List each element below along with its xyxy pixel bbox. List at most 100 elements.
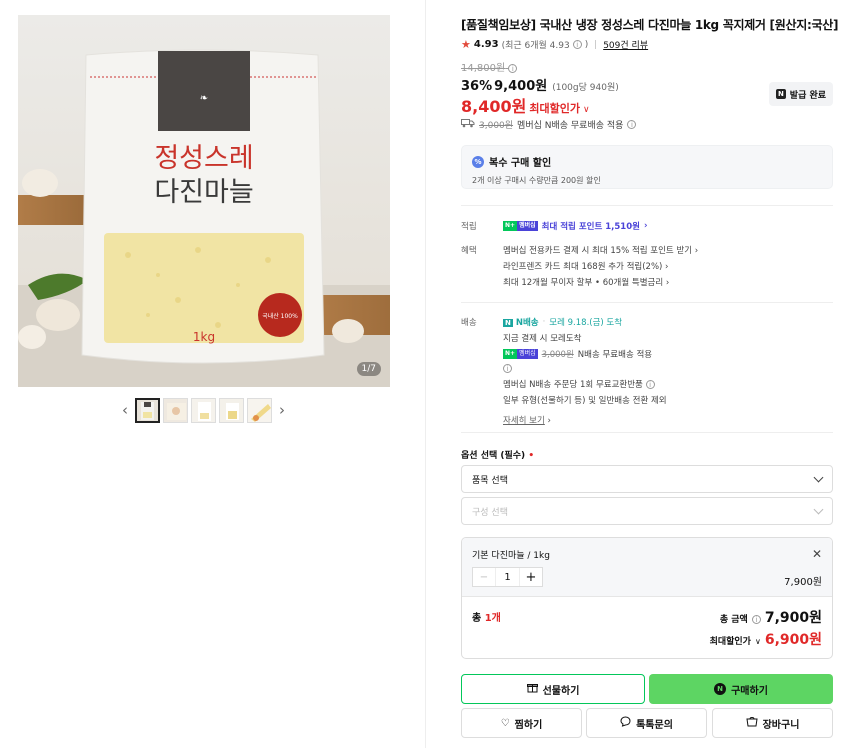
chevron-down-icon: ∨ (754, 637, 761, 646)
chevron-right-icon: › (694, 246, 699, 256)
multi-discount-subtitle: 2개 이상 구매시 수량만큼 200원 할인 (472, 176, 601, 185)
membership-badge-icon: N+ 멤버십 (503, 221, 538, 231)
package-weight: 1kg (193, 330, 215, 344)
delivery-free-line: N+ 멤버십 3,000원 N배송 무료배송 적용 (503, 349, 653, 360)
max-discount-label: 최대할인가 (529, 102, 580, 115)
rating-row: ★ 4.93 (최근 6개월 4.93 i ) 509건 리뷰 (461, 38, 648, 51)
thumbnail-strip: ‹ › (118, 396, 289, 424)
discount-rate: 36% (461, 79, 493, 94)
benefit-line[interactable]: 라인프렌즈 카드 최대 168원 추가 적립(2%) › (503, 260, 833, 272)
n-pay-icon: N (714, 683, 727, 695)
option-label: 옵션 선택 (필수) • (461, 451, 535, 461)
more-link[interactable]: 자세히 보기 (503, 416, 545, 426)
n-delivery-icon: N N배송 (503, 318, 539, 328)
heart-icon: ♡ (500, 717, 510, 729)
item-name: 기본 다진마늘 / 1kg (472, 551, 550, 561)
gift-icon (526, 682, 538, 696)
benefit-line[interactable]: 멤버십 전용카드 결제 시 최대 15% 적립 포인트 받기 › (503, 244, 833, 256)
rating-value: 4.93 (473, 39, 499, 50)
delivery-line: 지금 결제 시 모레도착 (503, 334, 582, 344)
gift-button[interactable]: 선물하기 (461, 674, 645, 704)
coupon-label: 발급 완료 (789, 90, 827, 101)
divider (461, 205, 833, 206)
item-price: 7,900원 (784, 577, 822, 588)
product-main-image[interactable]: ❧ 정성스레 다진마늘 1kg 국내산 100% 1/7 (18, 15, 390, 387)
multi-purchase-discount: % 복수 구매 할인 2개 이상 구매시 수량만큼 200원 할인 (461, 145, 833, 189)
quantity-stepper[interactable]: − 1 + (472, 567, 543, 587)
point-text: 최대 적립 포인트 1,510원 (541, 222, 640, 232)
chevron-down-icon: ∨ (582, 105, 590, 115)
plus-button[interactable]: + (519, 568, 542, 586)
thumbnail-1[interactable] (135, 397, 160, 423)
product-photo: ❧ 정성스레 다진마늘 1kg 국내산 100% (18, 15, 390, 387)
shipping-strike: 3,000원 (479, 121, 514, 131)
image-counter: 1/7 (356, 362, 381, 376)
info-icon[interactable]: i (503, 364, 833, 374)
talk-button[interactable]: 톡톡문의 (586, 708, 707, 738)
rating-recent: (최근 6개월 4.93 (501, 41, 570, 51)
svg-text:국내산 100%: 국내산 100% (262, 312, 298, 320)
unit-price: (100g당 940원) (552, 83, 619, 93)
thumbnail-3[interactable] (191, 397, 216, 423)
chevron-right-icon: › (665, 262, 669, 272)
next-arrow-icon[interactable]: › (275, 401, 289, 419)
package-label-1: 정성스레 (154, 143, 253, 174)
delivery-section: 배송 N N배송 · 모레 9.18.(금) 도착 지금 결제 시 모레도착 N… (461, 316, 833, 430)
coupon-button[interactable]: N 발급 완료 (769, 82, 833, 106)
multi-discount-title: 복수 구매 할인 (489, 158, 552, 169)
shipping-summary: 3,000원 멤버십 N배송 무료배송 적용 i (461, 118, 637, 131)
prev-arrow-icon[interactable]: ‹ (118, 401, 132, 419)
original-price: 14,800원 (461, 63, 506, 74)
svg-text:❧: ❧ (200, 93, 208, 104)
benefit-section: 적립 N+ 멤버십 최대 적립 포인트 1,510원 › 혜택 멤버십 전용카드 … (461, 220, 833, 292)
info-icon[interactable]: i (572, 40, 582, 49)
wish-button[interactable]: ♡ 찜하기 (461, 708, 582, 738)
quantity-value[interactable]: 1 (496, 568, 519, 586)
max-discount-row[interactable]: 8,400원 최대할인가 ∨ (461, 93, 590, 117)
thumbnail-4[interactable] (219, 397, 244, 423)
delivery-line: 일부 유형(선물하기 등) 및 일반배송 전환 제외 (503, 396, 667, 406)
arrival-info: N N배송 · 모레 9.18.(금) 도착 (503, 317, 623, 328)
point-label: 적립 (461, 222, 477, 232)
total-area: 총 1개 총 금액 i 7,900원 최대할인가 ∨ 6,900원 (462, 597, 832, 658)
original-price-row: 14,800원 i (461, 59, 518, 74)
benefit-line[interactable]: 최대 12개월 무이자 할부 • 60개월 특별금리 › (503, 276, 833, 288)
sale-price: 9,400원 (494, 79, 548, 94)
cart-icon (746, 716, 758, 730)
divider (461, 432, 833, 433)
max-discount-price: 8,400원 (461, 97, 527, 116)
info-icon[interactable]: i (751, 615, 761, 624)
thumbnail-2[interactable] (163, 397, 188, 423)
n-badge-icon: N (775, 89, 786, 99)
selected-items: 기본 다진마늘 / 1kg ✕ − 1 + 7,900원 총 1개 총 금액 i… (461, 537, 833, 659)
point-link[interactable]: N+ 멤버십 최대 적립 포인트 1,510원 › (503, 220, 833, 232)
total-amount: 총 금액 i 7,900원 (719, 610, 822, 626)
item-select[interactable]: 품목 선택 (461, 465, 833, 493)
close-icon[interactable]: ✕ (812, 547, 822, 561)
image-gallery: ❧ 정성스레 다진마늘 1kg 국내산 100% 1/7 ‹ › (0, 0, 426, 748)
chevron-down-icon (813, 504, 824, 514)
arrival-date: 모레 9.18.(금) 도착 (549, 318, 623, 328)
selected-item: 기본 다진마늘 / 1kg ✕ − 1 + 7,900원 (462, 538, 832, 597)
price-row: 36% 9,400원 (100g당 940원) (461, 75, 619, 94)
chevron-down-icon (813, 472, 824, 482)
cart-button[interactable]: 장바구니 (712, 708, 833, 738)
info-icon[interactable]: i (627, 120, 637, 129)
chevron-right-icon: › (547, 416, 551, 426)
divider (461, 302, 833, 303)
buy-button[interactable]: N 구매하기 (649, 674, 833, 704)
config-select[interactable]: 구성 선택 (461, 497, 833, 525)
chevron-right-icon: › (643, 221, 648, 231)
thumbnail-5[interactable] (247, 397, 272, 423)
minus-button[interactable]: − (473, 568, 496, 586)
shipping-text: 멤버십 N배송 무료배송 적용 (517, 121, 624, 131)
package-label-2: 다진마늘 (154, 177, 253, 208)
info-icon: i (645, 380, 655, 389)
max-total[interactable]: 최대할인가 ∨ 6,900원 (710, 629, 822, 649)
review-link[interactable]: 509건 리뷰 (603, 38, 648, 51)
chevron-right-icon: › (665, 278, 670, 288)
benefit-label: 혜택 (461, 246, 477, 256)
delivery-label: 배송 (461, 318, 477, 328)
info-icon[interactable]: i (508, 63, 518, 73)
delivery-line: 멤버십 N배송 주문당 1회 무료교환반품 i (503, 378, 833, 390)
